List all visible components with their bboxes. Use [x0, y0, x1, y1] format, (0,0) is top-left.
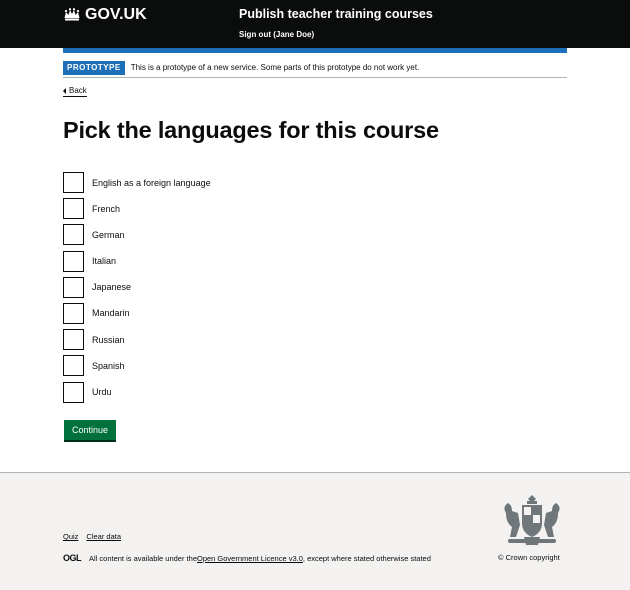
checkbox-box[interactable] — [63, 250, 84, 272]
checkbox-box[interactable] — [63, 329, 84, 351]
checkbox-label[interactable]: German — [92, 230, 125, 240]
checkbox-box[interactable] — [63, 198, 84, 220]
checkbox-box[interactable] — [63, 172, 84, 193]
checkbox-label[interactable]: Urdu — [92, 387, 112, 397]
checkbox-japanese[interactable]: Japanese — [63, 276, 211, 298]
sign-out-link[interactable]: Sign out (Jane Doe) — [239, 30, 314, 39]
continue-button[interactable]: Continue — [64, 420, 116, 440]
checkbox-box[interactable] — [63, 276, 84, 298]
checkbox-label[interactable]: Russian — [92, 335, 125, 345]
footer-link-clear-data[interactable]: Clear data — [86, 532, 121, 541]
royal-coat-of-arms-icon — [504, 495, 560, 545]
crown-copyright[interactable]: © Crown copyright — [498, 553, 560, 562]
checkbox-box[interactable] — [63, 302, 84, 324]
licence-link[interactable]: Open Government Licence v3.0 — [197, 554, 303, 563]
licence-statement: OGL All content is available under the O… — [63, 553, 431, 563]
checkbox-box[interactable] — [63, 355, 84, 377]
phase-text: This is a prototype of a new service. So… — [130, 63, 420, 72]
licence-suffix: , except where stated otherwise stated — [302, 553, 431, 563]
checkbox-label[interactable]: Mandarin — [92, 308, 130, 318]
checkbox-label[interactable]: Italian — [92, 256, 116, 266]
logo-text: GOV.UK — [85, 6, 147, 23]
ogl-logo: OGL — [63, 553, 82, 563]
checkbox-german[interactable]: German — [63, 224, 211, 246]
language-checkboxes: English as a foreign language French Ger… — [63, 172, 211, 408]
checkbox-label[interactable]: French — [92, 204, 120, 214]
checkbox-label[interactable]: Spanish — [92, 361, 125, 371]
checkbox-box[interactable] — [63, 224, 84, 246]
checkbox-label[interactable]: English as a foreign language — [92, 178, 211, 188]
service-name[interactable]: Publish teacher training courses — [239, 7, 433, 21]
checkbox-italian[interactable]: Italian — [63, 250, 211, 272]
footer-links: Quiz Clear data — [63, 532, 121, 541]
back-link[interactable]: Back — [63, 86, 87, 97]
checkbox-russian[interactable]: Russian — [63, 329, 211, 351]
header: GOV.UK Publish teacher training courses … — [0, 0, 630, 48]
crown-icon — [64, 8, 80, 21]
licence-prefix: All content is available under the — [89, 553, 197, 563]
checkbox-box[interactable] — [63, 381, 84, 403]
page-title: Pick the languages for this course — [63, 117, 439, 143]
header-blue-bar — [63, 48, 567, 53]
phase-banner: PROTOTYPE This is a prototype of a new s… — [63, 58, 567, 78]
checkbox-urdu[interactable]: Urdu — [63, 381, 211, 403]
phase-tag: PROTOTYPE — [63, 60, 125, 75]
footer: Quiz Clear data OGL All content is avail… — [0, 472, 630, 590]
govuk-logo[interactable]: GOV.UK — [63, 6, 147, 24]
checkbox-mandarin[interactable]: Mandarin — [63, 302, 211, 324]
footer-link-quiz[interactable]: Quiz — [63, 532, 78, 541]
back-arrow-icon — [63, 87, 66, 94]
checkbox-spanish[interactable]: Spanish — [63, 355, 211, 377]
checkbox-english[interactable]: English as a foreign language — [63, 172, 211, 193]
back-link-label: Back — [69, 86, 87, 95]
checkbox-french[interactable]: French — [63, 198, 211, 220]
checkbox-label[interactable]: Japanese — [92, 282, 131, 292]
